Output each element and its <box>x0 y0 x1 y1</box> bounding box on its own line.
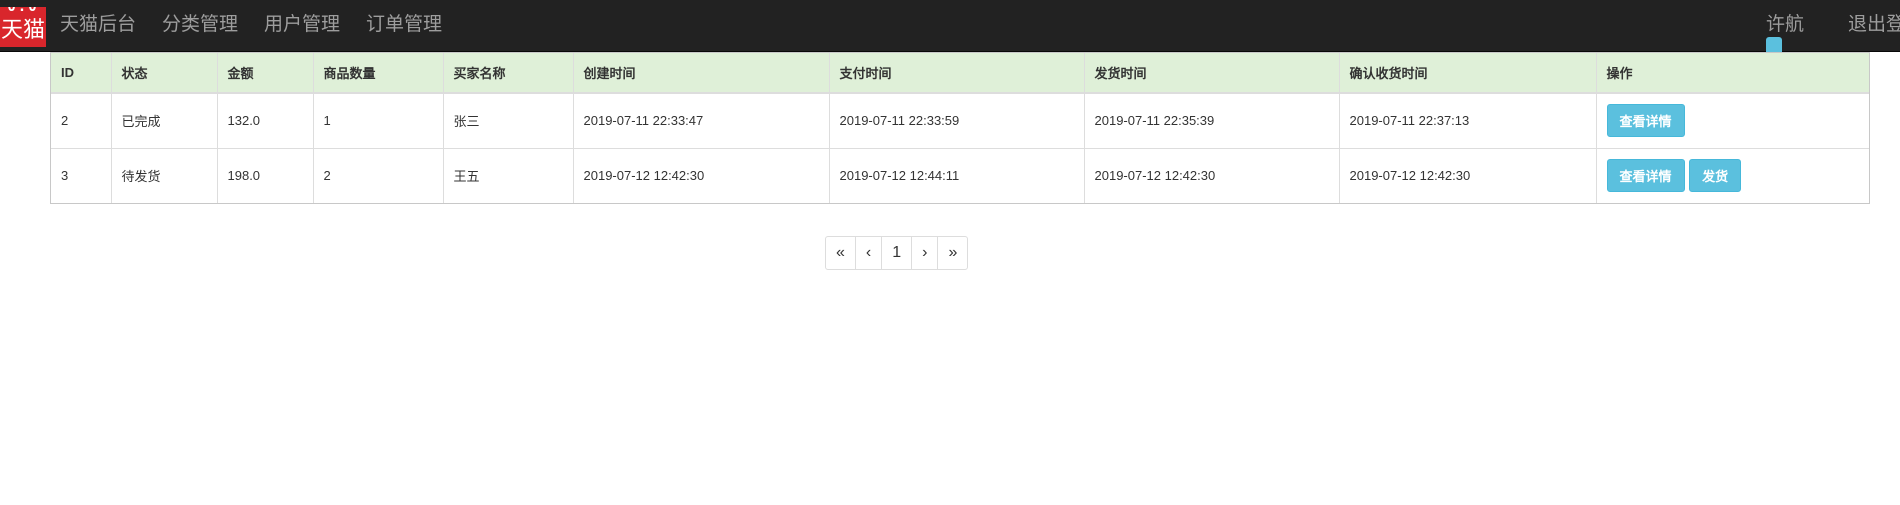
cell-amount: 132.0 <box>217 93 314 148</box>
cell-quantity: 2 <box>313 147 444 203</box>
column-header-created-time: 创建时间 <box>573 53 830 94</box>
nav-item-order-management[interactable]: 订单管理 <box>366 0 442 52</box>
nav-item-user-management[interactable]: 用户管理 <box>264 0 340 52</box>
cell-status: 待发货 <box>111 147 218 203</box>
nav-item-admin-home[interactable]: 天猫后台 <box>60 0 136 52</box>
cell-buyer: 王五 <box>443 147 574 203</box>
column-header-paid-time: 支付时间 <box>829 53 1085 94</box>
cell-created-time: 2019-07-12 12:42:30 <box>573 147 830 203</box>
column-header-status: 状态 <box>111 53 218 94</box>
column-header-quantity: 商品数量 <box>313 53 444 94</box>
cell-created-time: 2019-07-11 22:33:47 <box>573 93 830 148</box>
ship-button[interactable]: 发货 <box>1689 159 1742 193</box>
view-details-button[interactable]: 查看详情 <box>1606 104 1685 138</box>
cell-id: 3 <box>51 147 112 203</box>
page-number-button[interactable]: 1 <box>881 236 913 270</box>
logo-text: 天猫 <box>0 18 45 43</box>
table-header-row: ID 状态 金额 商品数量 买家名称 创建时间 支付时间 发货时间 确认收货时间… <box>51 53 1869 94</box>
cell-shipped-time: 2019-07-11 22:35:39 <box>1084 93 1340 148</box>
cell-confirmed-time: 2019-07-11 22:37:13 <box>1339 93 1597 148</box>
next-page-button[interactable]: › <box>911 236 939 270</box>
pagination: « ‹ 1 › » <box>825 236 969 270</box>
cell-status: 已完成 <box>111 93 218 148</box>
prev-page-button[interactable]: ‹ <box>854 236 883 270</box>
column-header-id: ID <box>51 53 112 94</box>
table-row: 3 待发货 198.0 2 王五 2019-07-12 12:42:30 201… <box>51 147 1869 203</box>
column-header-actions: 操作 <box>1596 53 1869 94</box>
logo-eyes: 0:0 <box>7 7 39 15</box>
column-header-buyer: 买家名称 <box>443 53 574 94</box>
table-row: 2 已完成 132.0 1 张三 2019-07-11 22:33:47 201… <box>51 93 1869 148</box>
nav-logout[interactable]: 退出登 <box>1848 0 1900 52</box>
cell-id: 2 <box>51 93 112 148</box>
cell-quantity: 1 <box>313 93 444 148</box>
top-navbar: 0:0 天猫 天猫后台 分类管理 用户管理 订单管理 许航 退出登 <box>0 0 1900 52</box>
first-page-button[interactable]: « <box>825 236 856 270</box>
view-details-button[interactable]: 查看详情 <box>1606 159 1685 193</box>
tmall-logo[interactable]: 0:0 天猫 <box>0 7 46 47</box>
cell-buyer: 张三 <box>443 93 574 148</box>
cell-confirmed-time: 2019-07-12 12:42:30 <box>1339 147 1597 203</box>
cell-amount: 198.0 <box>217 147 314 203</box>
orders-table: ID 状态 金额 商品数量 买家名称 创建时间 支付时间 发货时间 确认收货时间… <box>50 52 1870 204</box>
column-header-shipped-time: 发货时间 <box>1084 53 1340 94</box>
column-header-amount: 金额 <box>217 53 314 94</box>
cell-shipped-time: 2019-07-12 12:42:30 <box>1084 147 1340 203</box>
cell-paid-time: 2019-07-11 22:33:59 <box>829 93 1085 148</box>
cell-actions: 查看详情 <box>1596 93 1869 148</box>
cell-paid-time: 2019-07-12 12:44:11 <box>829 147 1085 203</box>
last-page-button[interactable]: » <box>937 236 969 270</box>
cell-actions: 查看详情 发货 <box>1596 147 1869 203</box>
nav-item-category-management[interactable]: 分类管理 <box>162 0 238 52</box>
column-header-confirmed-time: 确认收货时间 <box>1339 53 1597 94</box>
